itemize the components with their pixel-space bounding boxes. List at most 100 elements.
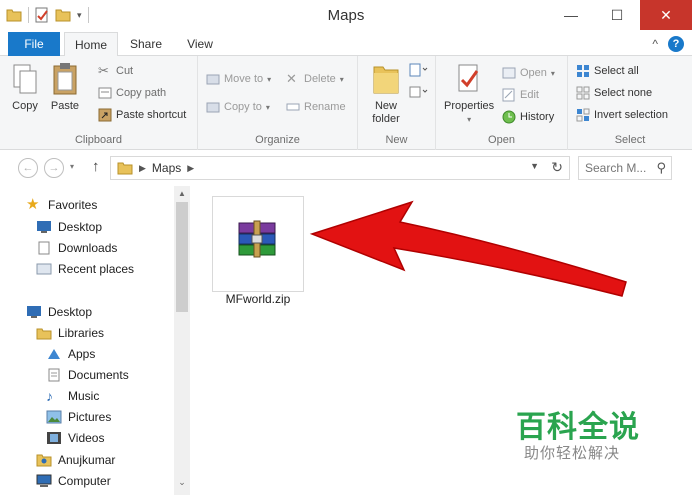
copy-to-button[interactable]: Copy to ▾: [206, 98, 270, 116]
open-icon: [502, 67, 516, 79]
nav-libraries[interactable]: Libraries: [36, 324, 104, 342]
properties-label: Properties: [444, 100, 495, 112]
organize-group: Move to ▾ Copy to ▾ ✕ Delete ▾ Rename Organ…: [198, 56, 358, 150]
copy-button[interactable]: Copy: [10, 62, 40, 113]
scroll-thumb[interactable]: [176, 202, 188, 312]
nav-favorites[interactable]: ★ Favorites: [26, 196, 97, 214]
clipboard-group: Copy Paste ✂ Cut Copy path Paste shortcu…: [0, 56, 198, 150]
invert-selection-button[interactable]: Invert selection: [576, 106, 668, 124]
delete-icon: ✕: [286, 71, 297, 86]
watermark-subtitle: 助你轻松解决: [524, 444, 621, 462]
delete-button[interactable]: ✕ Delete ▾: [286, 70, 344, 88]
copy-label: Copy: [12, 100, 38, 112]
tab-view[interactable]: View: [178, 32, 222, 56]
search-icon[interactable]: ⚲: [656, 160, 666, 176]
help-icon[interactable]: ?: [668, 36, 684, 52]
close-button[interactable]: ✕: [640, 0, 692, 30]
recent-places-icon: [36, 263, 52, 275]
expand-ribbon-icon[interactable]: ^: [652, 37, 658, 51]
forward-button[interactable]: →: [44, 158, 64, 178]
paste-shortcut-label: Paste shortcut: [116, 109, 187, 121]
new-item-icon[interactable]: [408, 62, 428, 78]
nav-videos-label: Videos: [68, 431, 105, 445]
nav-desktop-favorite-label: Desktop: [58, 220, 103, 234]
nav-recent-places[interactable]: Recent places: [36, 260, 134, 278]
nav-user[interactable]: Anujkumar: [36, 451, 115, 469]
nav-documents-label: Documents: [68, 368, 129, 382]
rename-button[interactable]: Rename: [286, 98, 346, 116]
new-folder-label: New folder: [372, 100, 400, 125]
refresh-icon[interactable]: ↻: [551, 159, 563, 176]
nav-documents[interactable]: Documents: [46, 366, 129, 384]
scroll-down-icon[interactable]: ⌄: [174, 477, 190, 491]
edit-label: Edit: [520, 89, 539, 101]
apps-icon: [48, 349, 60, 359]
nav-apps[interactable]: Apps: [46, 345, 95, 363]
invert-selection-label: Invert selection: [594, 109, 668, 121]
new-group: New folder New: [358, 56, 436, 150]
nav-desktop[interactable]: Desktop: [26, 303, 92, 321]
nav-recent-places-label: Recent places: [58, 262, 135, 276]
properties-button[interactable]: Properties ▾: [444, 62, 494, 126]
breadcrumb-maps[interactable]: Maps: [152, 161, 181, 175]
open-button[interactable]: Open ▾: [502, 64, 555, 82]
back-arrow-icon: ←: [22, 162, 34, 174]
folder-icon: [117, 162, 133, 175]
red-arrow-annotation: [309, 200, 627, 297]
search-input[interactable]: [585, 158, 653, 178]
breadcrumb-chevron-icon[interactable]: ▶: [139, 163, 146, 174]
nav-desktop-favorite[interactable]: Desktop: [36, 218, 102, 236]
breadcrumb-chevron-icon[interactable]: ▶: [187, 163, 194, 174]
nav-downloads[interactable]: Downloads: [36, 239, 117, 257]
nav-computer[interactable]: Computer: [36, 472, 111, 490]
address-bar[interactable]: ▶ Maps ▶ ▼ ↻: [110, 156, 570, 180]
address-history-icon[interactable]: ▼: [530, 161, 539, 171]
back-button[interactable]: ←: [18, 158, 38, 178]
tab-share[interactable]: Share: [122, 32, 170, 56]
scroll-up-icon[interactable]: ▲: [174, 186, 190, 202]
select-group-label: Select: [614, 134, 646, 146]
nav-user-label: Anujkumar: [58, 453, 116, 467]
nav-favorites-label: Favorites: [48, 198, 98, 212]
copy-path-button[interactable]: Copy path: [98, 84, 166, 102]
paste-shortcut-button[interactable]: Paste shortcut: [98, 106, 186, 124]
history-button[interactable]: History: [502, 108, 554, 126]
tab-home[interactable]: Home: [64, 32, 118, 57]
copy-path-icon: [98, 87, 112, 99]
winrar-archive-icon: [238, 220, 276, 258]
maximize-button[interactable]: ☐: [594, 0, 640, 30]
recent-locations-icon[interactable]: ▾: [70, 162, 74, 171]
select-all-button[interactable]: Select all: [576, 62, 639, 80]
paste-label: Paste: [50, 100, 80, 112]
edit-button[interactable]: Edit: [502, 86, 539, 104]
move-to-button[interactable]: Move to ▾: [206, 70, 271, 88]
rename-icon: [286, 103, 300, 111]
paste-button[interactable]: Paste: [50, 62, 80, 113]
copy-to-label: Copy to: [224, 101, 262, 113]
move-to-label: Move to: [224, 73, 264, 85]
select-all-icon: [577, 65, 589, 77]
desktop-icon: [27, 306, 41, 318]
paste-icon: [53, 63, 77, 95]
file-item-mfworld[interactable]: [212, 196, 304, 292]
edit-icon: [502, 88, 515, 102]
nav-videos[interactable]: Videos: [46, 429, 104, 447]
ribbon: Copy Paste ✂ Cut Copy path Paste shortcu…: [0, 56, 692, 150]
up-arrow-icon[interactable]: ↑: [92, 158, 100, 175]
nav-music[interactable]: ♪ Music: [46, 387, 99, 405]
select-none-button[interactable]: Select none: [576, 84, 652, 102]
nav-libraries-label: Libraries: [58, 326, 105, 340]
nav-pictures[interactable]: Pictures: [46, 408, 111, 426]
forward-arrow-icon: →: [48, 162, 60, 174]
tab-file[interactable]: File: [8, 32, 60, 56]
new-folder-button[interactable]: New folder: [366, 62, 406, 126]
clipboard-group-label: Clipboard: [74, 134, 123, 146]
folder-icon: [373, 66, 399, 94]
easy-access-icon[interactable]: [408, 84, 428, 100]
user-folder-icon: [36, 454, 52, 467]
cut-button[interactable]: ✂ Cut: [98, 62, 133, 80]
rename-label: Rename: [304, 101, 346, 113]
history-icon: [502, 110, 516, 124]
minimize-button[interactable]: —: [548, 0, 594, 30]
nav-scrollbar[interactable]: ▲ ⌄: [174, 186, 190, 495]
